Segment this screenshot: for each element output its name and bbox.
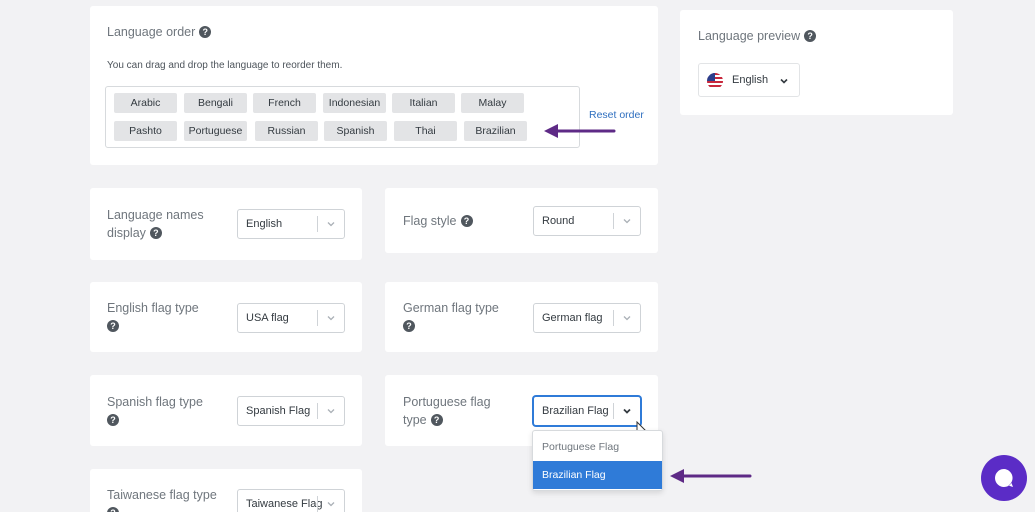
flag-style-label: Flag style? [403, 212, 473, 230]
language-chip[interactable]: Malay [461, 93, 524, 113]
german-flag-type-select[interactable]: German flag [533, 303, 641, 333]
chat-bubble-icon [995, 469, 1013, 487]
language-preview-value: English [732, 74, 769, 86]
portuguese-flag-type-dropdown: Portuguese Flag Brazilian Flag [532, 430, 663, 491]
language-preview-title: Language preview? [698, 27, 817, 45]
taiwanese-flag-type-select[interactable]: Taiwanese Flag [237, 489, 345, 512]
language-names-display-label: Language names display? [107, 208, 204, 240]
chevron-down-icon [327, 502, 335, 507]
dropdown-option-portuguese-flag[interactable]: Portuguese Flag [533, 433, 662, 461]
reset-order-link[interactable]: Reset order [589, 109, 644, 121]
chevron-down-icon [623, 316, 631, 321]
taiwanese-flag-type-label: Taiwanese flag type ? [107, 486, 217, 512]
chevron-down-icon [327, 316, 335, 321]
english-flag-type-label: English flag type ? [107, 301, 199, 332]
annotation-arrow-icon [544, 124, 616, 138]
help-icon[interactable]: ? [107, 414, 119, 426]
language-preview-select[interactable]: English [698, 63, 800, 97]
annotation-arrow-icon [670, 469, 752, 483]
language-chip[interactable]: Indonesian [323, 93, 386, 113]
chevron-down-icon [623, 219, 631, 224]
help-icon[interactable]: ? [403, 320, 415, 332]
help-icon[interactable]: ? [107, 507, 119, 512]
german-flag-type-label: German flag type ? [403, 301, 499, 332]
dropdown-option-brazilian-flag[interactable]: Brazilian Flag [533, 461, 662, 489]
chevron-down-icon [780, 78, 788, 84]
portuguese-flag-type-label: Portuguese flag type? [403, 395, 491, 427]
language-chip[interactable]: Portuguese [184, 121, 247, 141]
help-icon[interactable]: ? [804, 29, 817, 42]
language-chip[interactable]: Thai [394, 121, 457, 141]
chevron-down-icon [623, 408, 631, 414]
language-chip[interactable]: Arabic [114, 93, 177, 113]
usa-flag-icon [707, 73, 723, 89]
chevron-down-icon [327, 409, 335, 414]
language-order-title: Language order? [107, 23, 212, 41]
language-order-description: You can drag and drop the language to re… [107, 60, 343, 71]
flag-style-select[interactable]: Round [533, 206, 641, 236]
chat-button[interactable] [981, 455, 1027, 501]
language-chip[interactable]: Bengali [184, 93, 247, 113]
help-icon[interactable]: ? [107, 320, 119, 332]
english-flag-type-select[interactable]: USA flag [237, 303, 345, 333]
language-names-display-select[interactable]: English [237, 209, 345, 239]
help-icon[interactable]: ? [460, 214, 473, 227]
chevron-down-icon [327, 222, 335, 227]
spanish-flag-type-label: Spanish flag type ? [107, 395, 203, 426]
language-chip[interactable]: French [253, 93, 316, 113]
help-icon[interactable]: ? [149, 226, 162, 239]
language-chip[interactable]: Italian [392, 93, 455, 113]
language-chip[interactable]: Spanish [324, 121, 387, 141]
help-icon[interactable]: ? [430, 413, 443, 426]
language-chip[interactable]: Russian [255, 121, 318, 141]
help-icon[interactable]: ? [199, 25, 212, 38]
language-chip[interactable]: Brazilian [464, 121, 527, 141]
portuguese-flag-type-select[interactable]: Brazilian Flag [533, 396, 641, 426]
spanish-flag-type-select[interactable]: Spanish Flag [237, 396, 345, 426]
language-chip[interactable]: Pashto [114, 121, 177, 141]
